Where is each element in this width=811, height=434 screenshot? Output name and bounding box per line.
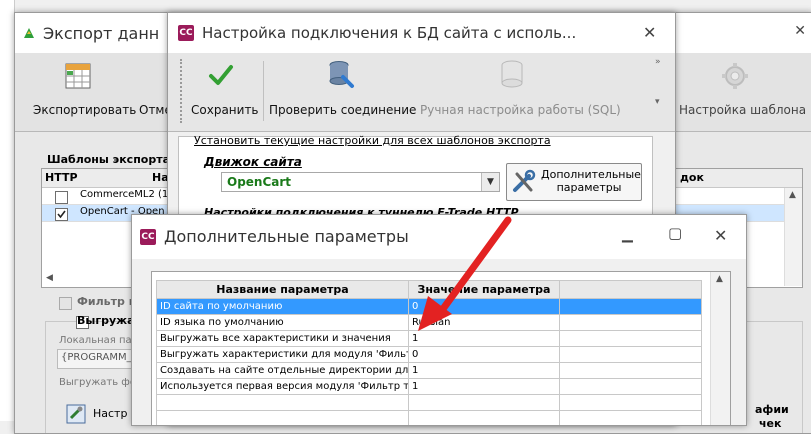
annotation-arrow-icon bbox=[418, 216, 512, 331]
